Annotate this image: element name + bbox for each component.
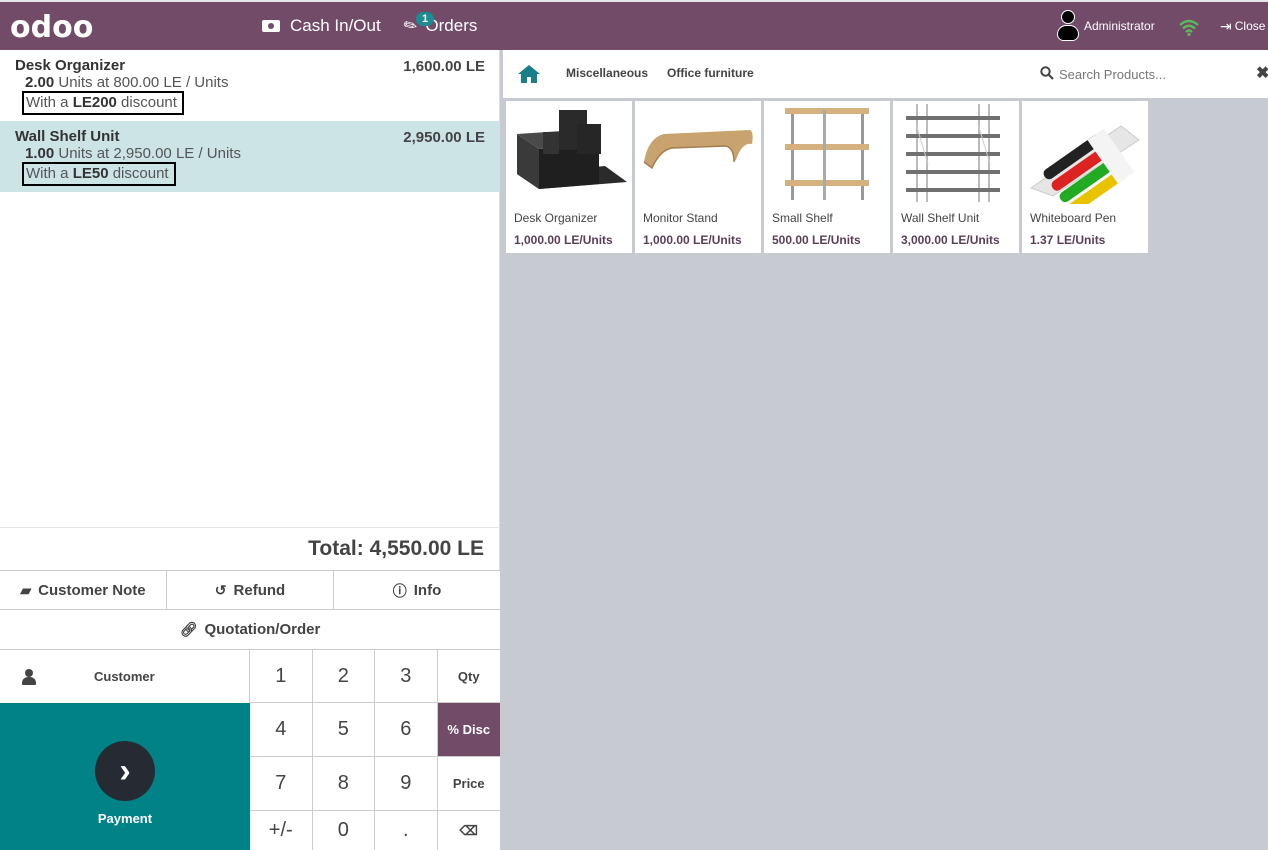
- customer-label: Customer: [94, 669, 155, 684]
- refund-button[interactable]: ↺ Refund: [167, 571, 334, 610]
- product-price: 3,000.00 LE/Units: [901, 233, 1000, 247]
- whiteboard-pen-image: [1029, 125, 1140, 204]
- numpad-key-2[interactable]: 2: [312, 650, 375, 703]
- numpad: 1 2 3 Qty 4 5 6 % Disc 7 8 9 Price +/- 0…: [250, 650, 500, 850]
- clear-search-icon[interactable]: ✖: [1256, 63, 1268, 83]
- order-line-selected[interactable]: Wall Shelf Unit 2,950.00 LE 1.00 Units a…: [0, 121, 500, 192]
- category-miscellaneous[interactable]: Miscellaneous: [566, 66, 648, 80]
- order-line-discount: With a LE200 discount: [22, 91, 184, 115]
- top-bar: odoo Cash In/Out ✎ 1 Orders Administrato…: [0, 0, 1268, 50]
- product-card-wall-shelf-unit[interactable]: Wall Shelf Unit 3,000.00 LE/Units: [893, 101, 1019, 253]
- user-icon: [22, 669, 36, 685]
- info-icon: ⓘ: [392, 582, 407, 599]
- customer-note-label: Customer Note: [38, 582, 146, 599]
- numpad-key-4[interactable]: 4: [250, 703, 313, 757]
- user-name: Administrator: [1084, 19, 1155, 33]
- small-shelf-image: [785, 108, 869, 200]
- product-price: 1.37 LE/Units: [1030, 233, 1106, 247]
- undo-icon: ↺: [214, 582, 227, 598]
- search-bar: ✖: [1030, 50, 1268, 98]
- orders-count-badge: 1: [416, 12, 435, 26]
- numpad-key-5[interactable]: 5: [312, 703, 375, 757]
- close-label: Close: [1234, 19, 1266, 33]
- order-panel: Desk Organizer 1,600.00 LE 2.00 Units at…: [0, 50, 500, 850]
- decimal-point-button[interactable]: .: [375, 811, 438, 850]
- cash-icon: [262, 20, 280, 32]
- product-card-whiteboard-pen[interactable]: Whiteboard Pen 1.37 LE/Units: [1022, 101, 1148, 253]
- numpad-key-9[interactable]: 9: [375, 757, 438, 811]
- payment-label: Payment: [97, 811, 153, 826]
- order-line-discount: With a LE50 discount: [22, 162, 176, 186]
- product-card-monitor-stand[interactable]: Monitor Stand 1,000.00 LE/Units: [635, 101, 761, 253]
- link-icon: 🔗︎: [179, 621, 198, 637]
- wifi-icon: [1179, 19, 1199, 37]
- product-panel: Miscellaneous Office furniture ✖ Desk Or…: [500, 50, 1268, 850]
- backspace-icon[interactable]: ⌫: [437, 811, 500, 850]
- discount-mode-button[interactable]: % Disc: [437, 703, 500, 757]
- info-button[interactable]: ⓘ Info: [334, 571, 500, 610]
- odoo-logo: odoo: [10, 10, 94, 45]
- product-price: 1,000.00 LE/Units: [514, 233, 613, 247]
- qty-mode-button[interactable]: Qty: [437, 650, 500, 703]
- numpad-key-1[interactable]: 1: [250, 650, 313, 703]
- product-card-small-shelf[interactable]: Small Shelf 500.00 LE/Units: [764, 101, 890, 253]
- order-line-price: 1,600.00 LE: [403, 58, 485, 75]
- info-label: Info: [413, 582, 442, 599]
- plus-minus-button[interactable]: +/-: [250, 811, 313, 850]
- quotation-order-button[interactable]: 🔗︎ Quotation/Order: [0, 610, 500, 649]
- numpad-key-8[interactable]: 8: [312, 757, 375, 811]
- order-line-price: 2,950.00 LE: [403, 129, 485, 146]
- close-button[interactable]: ⇥ Close: [1220, 2, 1265, 50]
- numpad-key-6[interactable]: 6: [375, 703, 438, 757]
- numpad-key-0[interactable]: 0: [312, 811, 375, 850]
- order-line[interactable]: Desk Organizer 1,600.00 LE 2.00 Units at…: [0, 50, 500, 121]
- numpad-key-7[interactable]: 7: [250, 757, 313, 811]
- product-card-desk-organizer[interactable]: Desk Organizer 1,000.00 LE/Units: [506, 101, 632, 253]
- order-line-qty-info: 2.00 Units at 800.00 LE / Units: [25, 74, 229, 91]
- user-menu[interactable]: Administrator: [1056, 2, 1155, 50]
- price-mode-button[interactable]: Price: [437, 757, 500, 811]
- order-line-qty-info: 1.00 Units at 2,950.00 LE / Units: [25, 145, 241, 162]
- home-icon[interactable]: [517, 64, 541, 84]
- cash-in-out-label: Cash In/Out: [290, 16, 381, 35]
- monitor-stand-image: [643, 130, 753, 170]
- category-breadcrumb: Miscellaneous Office furniture: [503, 50, 1030, 98]
- orders-button[interactable]: ✎ 1 Orders: [401, 2, 477, 50]
- chevron-right-icon: ›: [95, 741, 155, 801]
- numpad-key-3[interactable]: 3: [375, 650, 438, 703]
- customer-note-button[interactable]: ▰ Customer Note: [0, 571, 167, 610]
- user-avatar-icon: [1056, 10, 1080, 42]
- quotation-order-label: Quotation/Order: [204, 621, 321, 638]
- order-total: Total: 4,550.00 LE: [308, 537, 484, 560]
- desk-organizer-image: [517, 110, 627, 189]
- refund-label: Refund: [233, 582, 286, 599]
- product-name: Whiteboard Pen: [1030, 211, 1117, 225]
- order-divider: [0, 527, 500, 528]
- product-name: Wall Shelf Unit: [901, 211, 980, 225]
- sign-out-icon: ⇥: [1220, 17, 1232, 34]
- product-name: Desk Organizer: [514, 211, 598, 225]
- product-name: Monitor Stand: [643, 211, 718, 225]
- customer-button[interactable]: Customer: [0, 650, 250, 703]
- product-name: Small Shelf: [772, 211, 833, 225]
- quotation-row: 🔗︎ Quotation/Order: [0, 609, 500, 649]
- payment-button[interactable]: › Payment: [0, 703, 250, 850]
- search-input[interactable]: [1059, 64, 1229, 84]
- product-grid: Desk Organizer 1,000.00 LE/Units Monitor…: [506, 101, 1151, 253]
- control-buttons-row: ▰ Customer Note ↺ Refund ⓘ Info: [0, 570, 500, 610]
- action-pad: Customer › Payment 1 2 3 Qty 4 5 6 % Dis…: [0, 649, 500, 850]
- search-icon: [1040, 66, 1054, 80]
- cash-in-out-button[interactable]: Cash In/Out: [262, 2, 381, 50]
- note-icon: ▰: [20, 582, 32, 598]
- category-office-furniture[interactable]: Office furniture: [667, 66, 754, 80]
- wall-shelf-unit-image: [906, 104, 1000, 202]
- product-price: 1,000.00 LE/Units: [643, 233, 742, 247]
- product-price: 500.00 LE/Units: [772, 233, 861, 247]
